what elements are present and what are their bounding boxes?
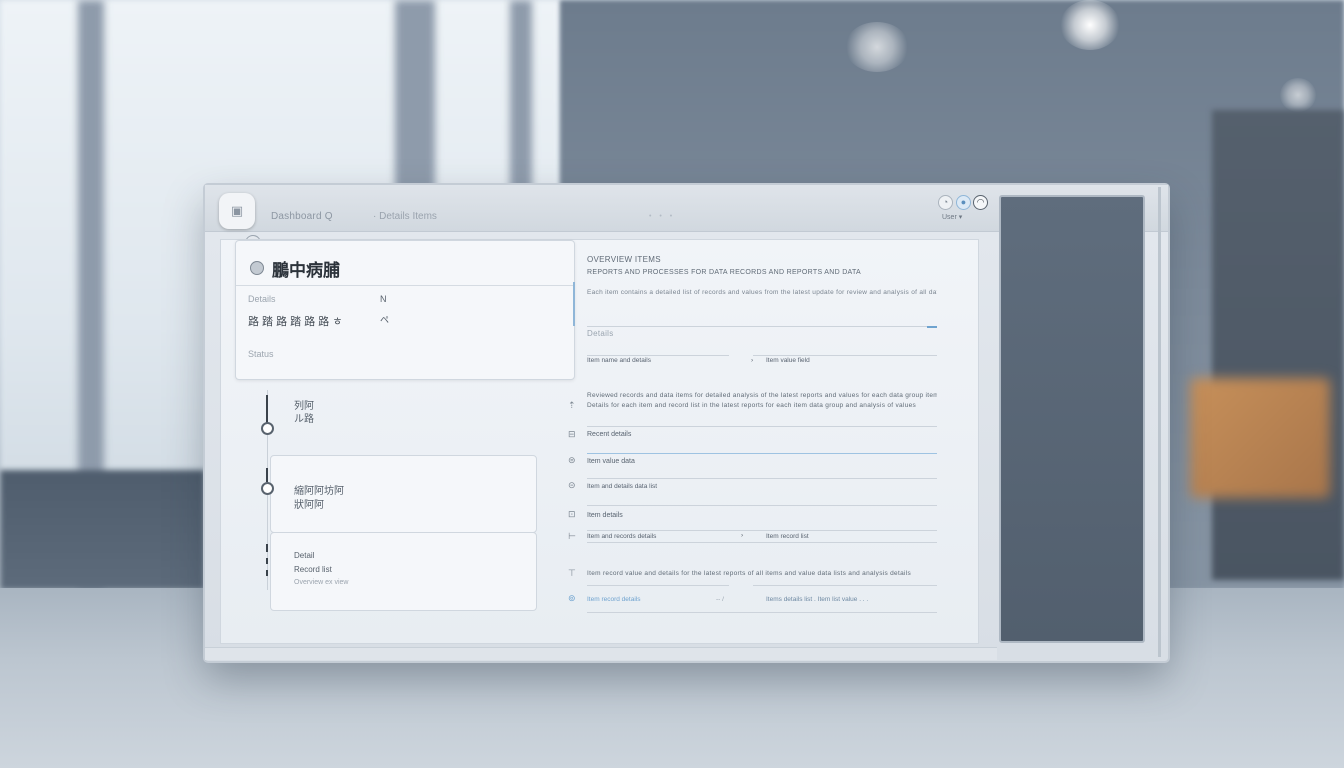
timeline-node[interactable] <box>261 422 274 435</box>
bell-icon[interactable]: ◔ <box>938 195 953 210</box>
row-divider <box>587 542 937 543</box>
item-value-data-label[interactable]: Item value data <box>587 458 635 465</box>
background-counter <box>0 470 205 590</box>
summary-card: 鵬中病脯 Details N 路 踏 路 踏 路 路 ㅎ ペ Status <box>235 240 575 380</box>
doc-icon: ⊡ <box>568 509 576 519</box>
timeline-item-3-sub: Record list <box>294 565 332 574</box>
timeline-item-2-sub: 狀阿阿 <box>294 500 324 511</box>
details-value: N <box>380 294 387 304</box>
ceiling-light <box>1060 0 1120 50</box>
row-divider <box>587 478 937 479</box>
divider <box>236 285 574 286</box>
ceiling-light <box>845 22 909 72</box>
status-label: Status <box>248 349 274 359</box>
item-name-label[interactable]: Item name and details <box>587 357 651 364</box>
globe-icon[interactable]: ● <box>956 195 971 210</box>
timeline-item-1-sub: ル路 <box>294 414 314 425</box>
item-records-label[interactable]: Item and records details <box>587 533 656 540</box>
pin-marker-icon <box>266 468 268 482</box>
accent-dash <box>927 326 937 328</box>
pin-marker-icon <box>266 544 268 552</box>
pin-marker-icon <box>266 570 268 576</box>
row-divider <box>587 426 937 427</box>
monitor-edge <box>1158 187 1161 657</box>
background-box <box>1190 378 1330 498</box>
detail-row-value: ペ <box>380 315 390 325</box>
pin-marker-icon <box>266 395 268 425</box>
pin-marker-icon <box>266 558 268 564</box>
timeline-node[interactable] <box>261 482 274 495</box>
app-title: Dashboard Q <box>271 211 333 222</box>
user-icon[interactable]: ◠ <box>973 195 988 210</box>
background-shelf <box>1212 110 1344 580</box>
footer-right[interactable]: Items details list . Item list value . .… <box>766 596 868 603</box>
footer-mid: -- / <box>716 596 724 603</box>
row-divider <box>753 585 937 586</box>
item-value-label[interactable]: Item value field <box>766 357 810 364</box>
monitor: ▣ ◎ Dashboard Q · Details Items • • • ◔ … <box>205 185 1168 661</box>
app-logo-icon[interactable]: ▣ <box>219 193 255 229</box>
item-details-list-label[interactable]: Item and details data list <box>587 483 657 490</box>
bottom-bar <box>205 647 997 660</box>
item-record-list-label[interactable]: Item record list <box>766 533 809 540</box>
user-menu[interactable]: User ▾ <box>942 213 962 221</box>
section-header-long: REPORTS AND PROCESSES FOR DATA RECORDS A… <box>587 269 862 276</box>
ceiling-light <box>1280 78 1316 112</box>
arrow-icon: › <box>751 357 754 364</box>
settings-icon: ⊜ <box>568 455 576 465</box>
record-description-line2: Details for each item and record list in… <box>587 402 917 409</box>
details-label: Details <box>248 294 276 304</box>
recent-details-label[interactable]: Recent details <box>587 431 631 438</box>
timeline-item-2-title: 縮阿阿坊阿 <box>294 486 344 497</box>
row-divider <box>587 326 937 327</box>
record-description: Reviewed records and data items for deta… <box>587 392 937 399</box>
timeline-item-3-title: Detail <box>294 551 315 560</box>
item-details-label[interactable]: Item details <box>587 512 623 519</box>
row-divider <box>587 585 729 586</box>
app-subtitle: · Details Items <box>373 211 437 222</box>
center-dots: • • • <box>649 213 676 220</box>
record-summary: Item record value and details for the la… <box>587 570 912 577</box>
card-title: 鵬中病脯 <box>272 261 340 280</box>
row-divider-active <box>587 453 937 454</box>
list-icon: ⊟ <box>568 429 576 439</box>
arrow-icon: › <box>741 532 744 539</box>
section-header: OVERVIEW ITEMS <box>587 255 661 264</box>
section-description: Each item contains a detailed list of re… <box>587 289 937 296</box>
row-divider <box>587 355 729 356</box>
details-section-label: Details <box>587 329 614 338</box>
tag-icon: ⊢ <box>568 531 576 541</box>
row-divider <box>587 505 937 506</box>
timeline-item-3-footer: Overview ex view <box>294 579 349 586</box>
row-divider <box>587 530 937 531</box>
side-display-panel <box>999 195 1145 643</box>
clock-icon: ⊤ <box>568 568 576 578</box>
fingerprint-icon <box>250 261 264 275</box>
footer-link[interactable]: Item record details <box>587 596 640 603</box>
row-divider <box>753 355 937 356</box>
scroll-indicator[interactable] <box>573 282 575 326</box>
arrow-up-icon: ⇡ <box>568 400 576 410</box>
row-divider <box>587 612 937 613</box>
detail-row-text[interactable]: 路 踏 路 踏 路 路 ㅎ <box>248 313 342 329</box>
main-workspace: 鵬中病脯 Details N 路 踏 路 踏 路 路 ㅎ ペ Status 列阿… <box>220 239 979 644</box>
link-icon: ⊚ <box>568 593 576 603</box>
filter-icon: ⊝ <box>568 480 576 490</box>
